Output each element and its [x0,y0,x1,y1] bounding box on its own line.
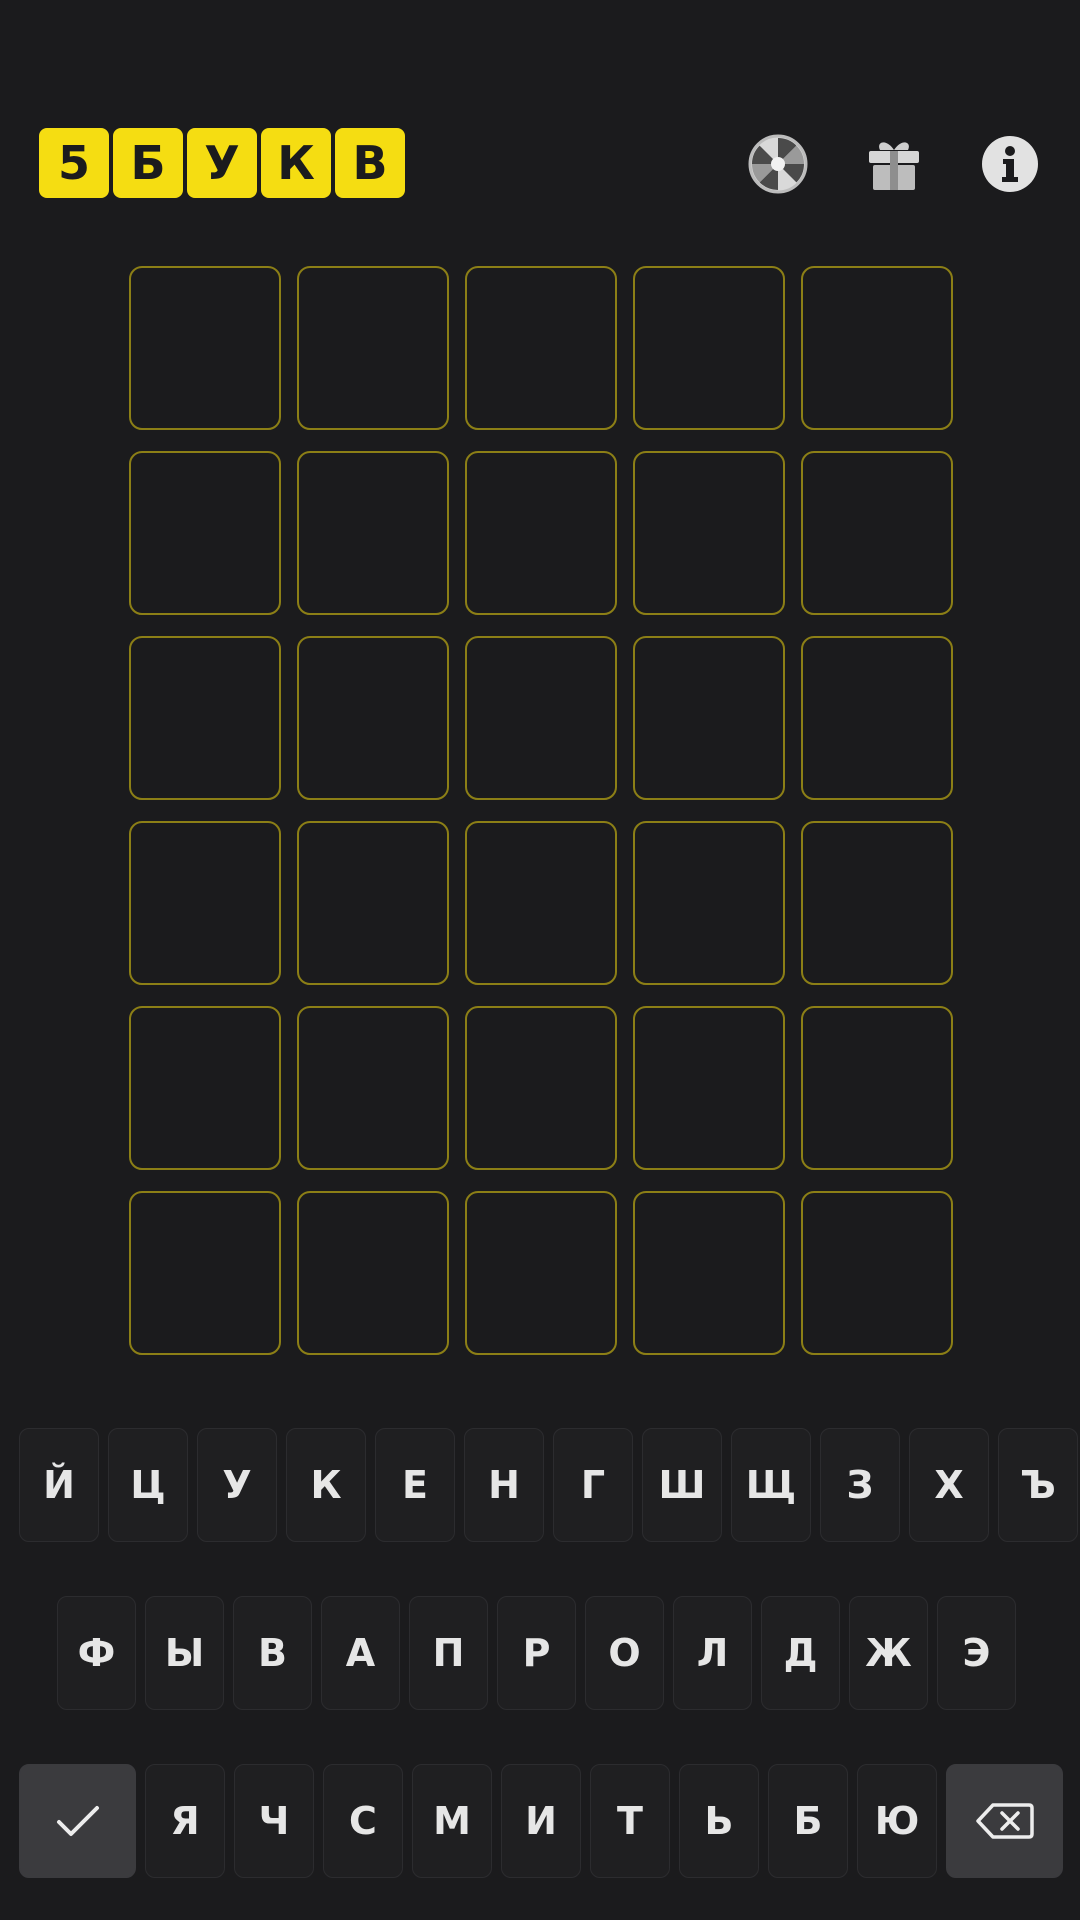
keyboard-row-1: Й Ц У К Е Н Г Ш Щ З Х Ъ [19,1428,1078,1542]
key[interactable]: Л [673,1596,752,1710]
key[interactable]: Э [937,1596,1016,1710]
key[interactable]: С [323,1764,403,1878]
board-cell [801,636,953,800]
key[interactable]: Я [145,1764,225,1878]
key[interactable]: Р [497,1596,576,1710]
board-cell [465,266,617,430]
keyboard-row-3: Я Ч С М И Т Ь Б Ю [19,1764,1063,1878]
key[interactable]: П [409,1596,488,1710]
board-cell [801,266,953,430]
key[interactable]: З [820,1428,900,1542]
keyboard-row-2: Ф Ы В А П Р О Л Д Ж Э [57,1596,1016,1710]
logo-tile: В [335,128,405,198]
wheel-of-fortune-icon[interactable] [748,134,808,194]
key[interactable]: О [585,1596,664,1710]
board-cell [129,451,281,615]
key[interactable]: И [501,1764,581,1878]
board-cell [465,1191,617,1355]
key[interactable]: Е [375,1428,455,1542]
key[interactable]: А [321,1596,400,1710]
check-icon [56,1806,99,1836]
board-cell [633,1006,785,1170]
board-cell [297,451,449,615]
enter-key[interactable] [19,1764,136,1878]
key[interactable]: Б [768,1764,848,1878]
backspace-icon [975,1803,1034,1839]
key[interactable]: Ф [57,1596,136,1710]
board-cell [129,266,281,430]
backspace-key[interactable] [946,1764,1063,1878]
key[interactable]: В [233,1596,312,1710]
gift-icon[interactable] [864,134,924,194]
key[interactable]: Д [761,1596,840,1710]
board-cell [465,451,617,615]
board-cell [801,821,953,985]
game-logo: 5 Б У К В [39,128,405,198]
board-cell [297,266,449,430]
info-icon[interactable] [980,134,1040,194]
key[interactable]: Й [19,1428,99,1542]
key[interactable]: Ы [145,1596,224,1710]
board-cell [465,821,617,985]
key[interactable]: Ъ [998,1428,1078,1542]
key[interactable]: Ю [857,1764,937,1878]
key[interactable]: Ж [849,1596,928,1710]
board-cell [129,821,281,985]
logo-tile: У [187,128,257,198]
board-cell [801,451,953,615]
board-cell [633,636,785,800]
board-cell [297,821,449,985]
board-cell [633,1191,785,1355]
board-cell [129,1006,281,1170]
key[interactable]: Х [909,1428,989,1542]
board-cell [801,1191,953,1355]
key[interactable]: Ш [642,1428,722,1542]
key[interactable]: Ч [234,1764,314,1878]
board-cell [801,1006,953,1170]
board-cell [129,1191,281,1355]
key[interactable]: К [286,1428,366,1542]
logo-tile: 5 [39,128,109,198]
board-cell [633,266,785,430]
board-cell [465,1006,617,1170]
key[interactable]: У [197,1428,277,1542]
key[interactable]: Г [553,1428,633,1542]
board-cell [633,451,785,615]
key[interactable]: Т [590,1764,670,1878]
key[interactable]: Ь [679,1764,759,1878]
board-cell [297,1191,449,1355]
board-cell [129,636,281,800]
logo-tile: К [261,128,331,198]
key[interactable]: Ц [108,1428,188,1542]
board-cell [465,636,617,800]
key[interactable]: Н [464,1428,544,1542]
board-cell [633,821,785,985]
key[interactable]: Щ [731,1428,811,1542]
game-board [129,266,953,1355]
board-cell [297,636,449,800]
board-cell [297,1006,449,1170]
logo-tile: Б [113,128,183,198]
game-screen: 5 Б У К В Й Ц У К Е Н Г Ш Щ З Х Ъ Ф Ы В … [0,0,1080,1920]
key[interactable]: М [412,1764,492,1878]
